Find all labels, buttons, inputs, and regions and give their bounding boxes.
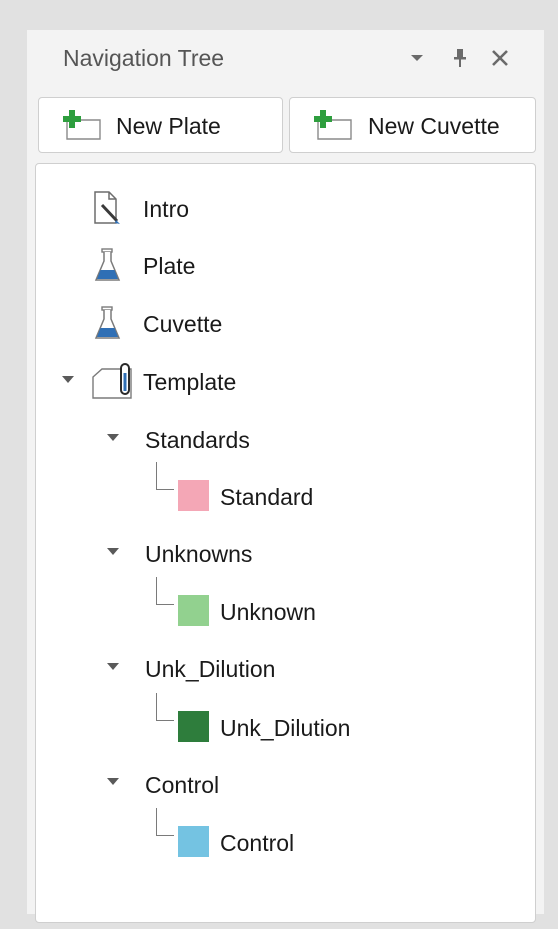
tree-group-label: Unk_Dilution [145,656,276,682]
document-pen-icon [94,191,120,224]
unknowns-collapse-toggle[interactable] [105,544,121,560]
control-collapse-toggle[interactable] [105,774,121,790]
triangle-down-icon [107,663,119,670]
tree-connector [156,462,174,490]
close-icon [492,50,508,66]
color-swatch-light-blue [178,826,209,857]
template-icon [92,363,132,399]
triangle-down-icon [411,55,423,61]
flask-icon [94,248,121,281]
tree-connector [156,693,174,721]
close-button[interactable] [487,44,513,72]
new-plate-button[interactable]: New Plate [38,97,283,153]
template-collapse-toggle[interactable] [60,372,76,388]
tree-group-label: Unknowns [145,541,253,567]
color-swatch-pink [178,480,209,511]
unk-dilution-collapse-toggle[interactable] [105,659,121,675]
tree-item-unk-dilution[interactable]: Unk_Dilution [176,707,436,747]
tree-item-label: Unk_Dilution [220,715,351,741]
tree-connector [156,577,174,605]
tree-item-label: Control [220,830,295,856]
tree-item-template[interactable]: Template [91,361,311,401]
flask-icon [94,306,121,339]
new-plate-label: New Plate [116,113,221,139]
tree-item-cuvette[interactable]: Cuvette [91,303,291,343]
tree-item-label: Template [143,369,237,395]
tree-item-unknown[interactable]: Unknown [176,591,396,631]
tree-group-label: Control [145,772,220,798]
add-folder-icon [314,110,352,140]
standards-collapse-toggle[interactable] [105,430,121,446]
tree-item-plate[interactable]: Plate [91,245,291,285]
color-swatch-dark-green [178,711,209,742]
tree-group-unk-dilution[interactable]: Unk_Dilution [136,648,396,688]
tree-item-standard[interactable]: Standard [176,476,396,516]
tree-item-label: Intro [143,196,190,222]
new-cuvette-button[interactable]: New Cuvette [289,97,536,153]
new-cuvette-label: New Cuvette [368,113,500,139]
tree-item-label: Standard [220,484,314,510]
tree-item-label: Cuvette [143,311,223,337]
navigation-tree-panel: Navigation Tree New Plate New Cuvette In… [27,30,544,923]
navigation-tree: Intro Plate Cuvette Template Standards S… [35,163,536,923]
triangle-down-icon [62,376,74,383]
color-swatch-light-green [178,595,209,626]
triangle-down-icon [107,548,119,555]
tree-connector [156,808,174,836]
tree-item-intro[interactable]: Intro [91,188,291,228]
tree-item-control[interactable]: Control [176,822,396,862]
tree-group-label: Standards [145,427,250,453]
triangle-down-icon [107,778,119,785]
panel-title-bar: Navigation Tree [27,30,544,88]
pin-icon [454,49,466,67]
triangle-down-icon [107,434,119,441]
tree-group-unknowns[interactable]: Unknowns [136,533,356,573]
pin-button[interactable] [447,44,473,72]
panel-title: Navigation Tree [63,45,225,71]
tree-item-label: Plate [143,253,196,279]
tree-group-control[interactable]: Control [136,764,356,804]
tree-item-label: Unknown [220,599,316,625]
add-folder-icon [63,110,101,140]
tree-group-standards[interactable]: Standards [136,419,356,459]
panel-dropdown-button[interactable] [404,44,430,72]
